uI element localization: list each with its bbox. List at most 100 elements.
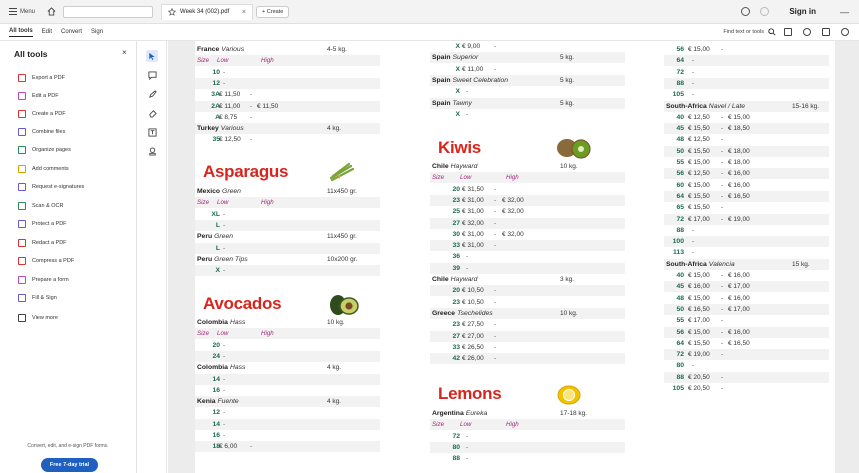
size-value: 45: [676, 125, 684, 133]
create-button[interactable]: + Create: [256, 5, 290, 18]
origin-label: Peru Green: [197, 233, 233, 240]
pack-size: 5 kg.: [560, 54, 575, 62]
price-dash: -: [721, 147, 724, 155]
price-dash: -: [721, 283, 724, 291]
search-input[interactable]: [63, 5, 154, 18]
price-dash: -: [692, 226, 695, 234]
comment-tool-button[interactable]: [146, 69, 158, 81]
table-row: Greece Tsechelides 10 kg.: [430, 307, 625, 319]
size-value: 23: [452, 298, 460, 306]
document-tab[interactable]: Week 34 (002).pdf ×: [161, 3, 254, 20]
size-value: 40: [676, 113, 684, 121]
tool-item[interactable]: Edit a PDF: [18, 91, 59, 101]
tool-item[interactable]: Combine files: [18, 127, 65, 137]
tool-item[interactable]: Compress a PDF: [18, 256, 74, 266]
tool-item[interactable]: Fill & Sign: [18, 293, 57, 303]
size-value: 20: [452, 185, 460, 193]
low-price: € 8,75: [219, 113, 238, 121]
low-price: € 15,50: [688, 125, 710, 133]
table-row: 80-: [430, 441, 625, 453]
close-tab-icon[interactable]: ×: [242, 9, 246, 16]
origin-variety: Tawny: [452, 99, 472, 107]
low-price: € 27,50: [462, 321, 484, 329]
document-viewport[interactable]: France Various 4-5 kg. Size Low High 10-12-3A €…: [168, 41, 859, 473]
low-price: € 11,00: [462, 65, 484, 73]
price-dash: -: [466, 264, 469, 272]
minimize-icon[interactable]: —: [840, 7, 849, 17]
highlight-tool-button[interactable]: [146, 107, 158, 119]
origin-country: Colombia: [197, 319, 228, 326]
tool-item[interactable]: Organize pages: [18, 145, 71, 155]
low-price: € 20,50: [688, 385, 710, 392]
tool-item[interactable]: View more: [18, 313, 58, 323]
tool-icon: [18, 128, 26, 136]
price-dash: -: [223, 432, 226, 439]
table-row: Peru Green Tips 10x200 gr.: [195, 254, 380, 265]
size-value: 25: [452, 208, 460, 216]
tool-item[interactable]: Request e-signatures: [18, 182, 84, 192]
menu-edit[interactable]: Edit: [42, 29, 52, 35]
tool-item[interactable]: Scan & OCR: [18, 201, 63, 211]
table-row: 36-: [430, 251, 625, 262]
menu-convert[interactable]: Convert: [61, 29, 82, 35]
tool-icon: [18, 165, 26, 173]
table-row: 27 € 32,00 -: [430, 217, 625, 229]
price-dash: -: [721, 351, 724, 359]
save-icon[interactable]: [784, 28, 792, 36]
home-button[interactable]: [45, 6, 57, 18]
size-value: 20: [212, 341, 220, 349]
price-dash: -: [466, 443, 469, 451]
price-dash: -: [494, 242, 497, 250]
tool-icon: [18, 74, 26, 82]
asparagus-icon: [329, 162, 355, 182]
tool-label: Export a PDF: [32, 75, 66, 81]
tool-item[interactable]: Protect a PDF: [18, 219, 67, 229]
notifications-icon[interactable]: [760, 7, 770, 16]
price-dash: -: [223, 244, 226, 252]
upload-icon[interactable]: [803, 28, 811, 36]
high-price: € 17,00: [728, 305, 750, 313]
menu-button[interactable]: Menu: [9, 8, 35, 15]
pack-size: 15 kg.: [792, 260, 810, 268]
select-tool-button[interactable]: [146, 50, 158, 62]
origin-variety: Hayward: [450, 163, 478, 170]
star-icon[interactable]: [168, 8, 177, 16]
high-price: € 19,00: [728, 215, 750, 223]
tool-item[interactable]: Create a PDF: [18, 109, 66, 119]
text-tool-button[interactable]: [146, 126, 158, 138]
price-dash: -: [721, 328, 724, 336]
low-price: € 26,50: [462, 343, 484, 351]
origin-country: Peru: [197, 255, 213, 263]
price-dash: -: [223, 210, 226, 218]
tool-item[interactable]: Prepare a form: [18, 275, 69, 285]
size-value: 23: [452, 321, 460, 329]
size-value: 12: [212, 409, 220, 417]
pack-size: 4 kg.: [327, 364, 342, 372]
price-dash: -: [721, 339, 724, 347]
stamp-tool-button[interactable]: [146, 145, 158, 157]
tool-item[interactable]: Add comments: [18, 164, 69, 174]
table-row: Colombia Hass 10 kg.: [195, 317, 380, 328]
free-trial-button[interactable]: Free 7-day trial: [41, 458, 98, 472]
find-tools-button[interactable]: Find text or tools: [723, 28, 776, 36]
origin-label: Greece Tsechelides: [432, 310, 493, 317]
size-value: A: [215, 113, 220, 121]
low-price: € 15,00: [688, 328, 710, 336]
tool-item[interactable]: Export a PDF: [18, 73, 65, 83]
pack-size: 10 kg.: [560, 163, 578, 170]
draw-tool-button[interactable]: [146, 88, 158, 100]
sign-in-button[interactable]: Sign in: [789, 7, 816, 16]
close-panel-icon[interactable]: ×: [122, 48, 127, 57]
price-dash: -: [721, 192, 724, 200]
tool-item[interactable]: Redact a PDF: [18, 238, 67, 248]
menu-all-tools[interactable]: All tools: [9, 28, 33, 37]
share-icon[interactable]: [841, 28, 849, 36]
help-icon[interactable]: [741, 7, 751, 16]
print-icon[interactable]: [822, 28, 830, 36]
tool-icon: [18, 110, 26, 118]
section-title-kiwis: Kiwis: [438, 138, 481, 157]
origin-country: South-Africa: [666, 260, 707, 268]
pack-size: 10 kg.: [327, 319, 345, 326]
low-price: € 6,00: [219, 443, 238, 451]
menu-sign[interactable]: Sign: [91, 29, 103, 35]
